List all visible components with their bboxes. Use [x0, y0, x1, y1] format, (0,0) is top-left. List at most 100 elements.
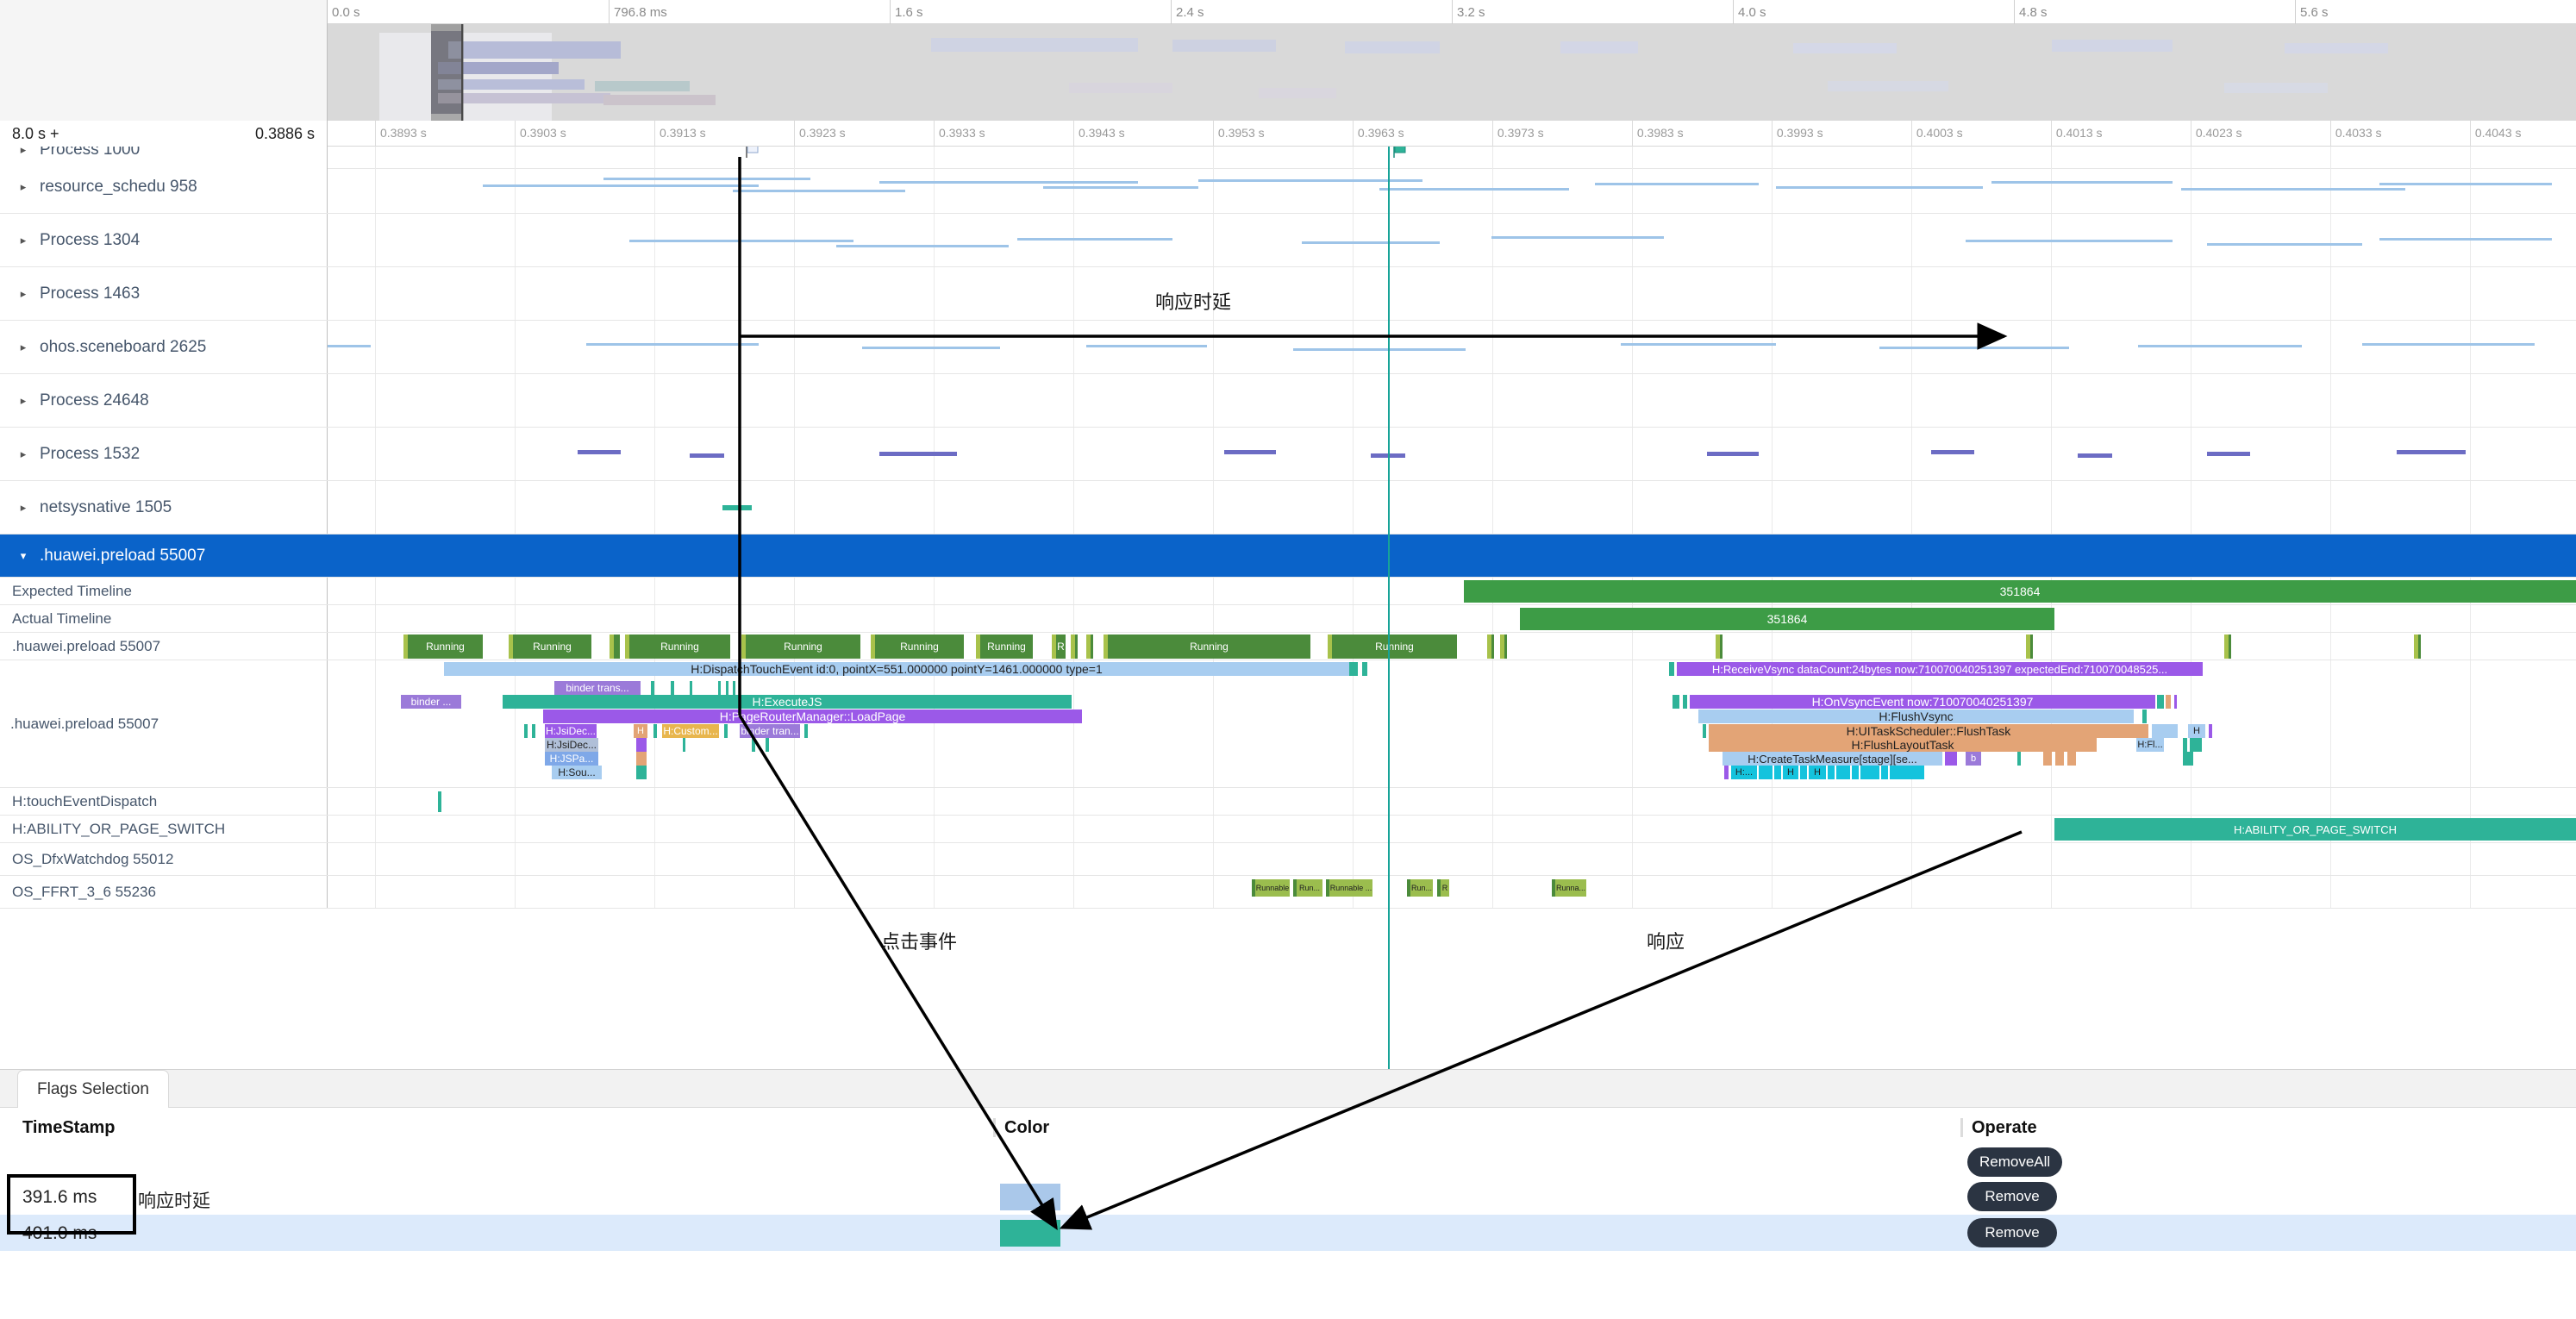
thread-state-row[interactable]: .huawei.preload 55007 Running Running Runni… — [0, 633, 2576, 660]
running-slice[interactable]: Running — [509, 634, 591, 659]
trace-slice[interactable]: 351864 — [1464, 580, 2576, 603]
actual-timeline-row-canvas[interactable]: 351864 — [328, 605, 2576, 632]
trace-slice[interactable] — [1349, 662, 1358, 676]
dfx-watchdog-row-canvas[interactable] — [328, 843, 2576, 875]
trace-slice[interactable] — [2067, 752, 2076, 766]
process-row-3[interactable]: ▸Process 1463 — [0, 267, 2576, 321]
expected-timeline-row-label[interactable]: Expected Timeline — [0, 578, 328, 604]
running-slice[interactable]: Running — [403, 634, 483, 659]
remove-button[interactable]: Remove — [1967, 1218, 2057, 1247]
selected-process-row-canvas[interactable] — [328, 534, 2576, 577]
expand-arrow-icon[interactable]: ▸ — [9, 180, 38, 194]
trace-slice[interactable] — [651, 681, 654, 695]
dispatch-touch-slice[interactable]: H:DispatchTouchEvent id:0, pointX=551.00… — [444, 662, 1349, 676]
touch-event-dispatch-row-label[interactable]: H:touchEventDispatch — [0, 788, 328, 815]
trace-slice[interactable] — [671, 681, 674, 695]
runnable-slice[interactable]: Run... — [1293, 879, 1322, 897]
trace-slice[interactable] — [1683, 695, 1687, 709]
expand-arrow-icon[interactable]: ▸ — [9, 341, 38, 354]
dfx-watchdog-row-label[interactable]: OS_DfxWatchdog 55012 — [0, 843, 328, 875]
runnable-slice[interactable]: Runnable ... — [1326, 879, 1372, 897]
running-slice[interactable] — [1086, 634, 1093, 659]
ability-page-switch-row-canvas[interactable]: H:ABILITY_OR_PAGE_SWITCH — [328, 816, 2576, 842]
trace-slice[interactable] — [724, 724, 728, 738]
trace-slice[interactable]: H — [1783, 766, 1798, 779]
trace-slice[interactable]: H:Custom... — [662, 724, 719, 738]
runnable-slice[interactable]: Runnable — [1252, 879, 1290, 897]
process-row-2[interactable]: ▸Process 1304 — [0, 214, 2576, 267]
trace-slice[interactable]: binder ... — [401, 695, 461, 709]
trace-slice[interactable] — [1362, 662, 1367, 676]
trace-slice[interactable]: H — [2188, 724, 2205, 738]
expand-arrow-icon[interactable]: ▸ — [9, 501, 38, 515]
trace-slice[interactable] — [1945, 752, 1957, 766]
execute-js-slice[interactable]: H:ExecuteJS — [503, 695, 1072, 709]
flag-color-swatch[interactable] — [1000, 1220, 1060, 1247]
trace-slice[interactable]: H — [634, 724, 647, 738]
expand-arrow-icon[interactable]: ▸ — [9, 394, 38, 408]
trace-slice[interactable] — [2183, 738, 2187, 752]
trace-slice[interactable]: H — [1809, 766, 1826, 779]
trace-slice[interactable]: H:JsiDec... — [545, 724, 597, 738]
flush-layout-slice[interactable]: H:FlushLayoutTask — [1709, 738, 2097, 752]
trace-slice[interactable] — [2055, 752, 2064, 766]
process-row-7-canvas[interactable] — [328, 481, 2576, 534]
trace-slice[interactable] — [766, 738, 769, 752]
trace-slice[interactable] — [1881, 766, 1888, 779]
process-row-1[interactable]: ▸resource_schedu 958 — [0, 160, 2576, 214]
remove-button[interactable]: Remove — [1967, 1182, 2057, 1211]
overview-canvas[interactable] — [328, 24, 2576, 121]
running-slice[interactable]: Running — [871, 634, 964, 659]
running-slice[interactable] — [2026, 634, 2033, 659]
trace-slice[interactable] — [1724, 766, 1729, 779]
process-row-6-label[interactable]: ▸Process 1532 — [0, 428, 328, 480]
create-task-measure-slice[interactable]: H:CreateTaskMeasure[stage][se... — [1723, 752, 1942, 766]
trace-slice[interactable] — [2152, 724, 2178, 738]
ui-task-scheduler-slice[interactable]: H:UITaskScheduler::FlushTask — [1709, 724, 2148, 738]
process-row-4-label[interactable]: ▸ohos.sceneboard 2625 — [0, 321, 328, 373]
trace-slice[interactable] — [2017, 752, 2021, 766]
expand-arrow-icon[interactable]: ▸ — [9, 147, 38, 157]
dfx-watchdog-row[interactable]: OS_DfxWatchdog 55012 — [0, 843, 2576, 876]
trace-slice[interactable]: H:JsiDec... — [545, 738, 598, 752]
process-row-1-label[interactable]: ▸resource_schedu 958 — [0, 160, 328, 213]
process-row-6[interactable]: ▸Process 1532 — [0, 428, 2576, 481]
flag-row[interactable]: 391.6 ms响应时延Remove — [0, 1178, 2576, 1215]
trace-slice[interactable] — [1860, 766, 1879, 779]
trace-slice[interactable]: H:Fl... — [2136, 738, 2164, 752]
trace-slice[interactable] — [2043, 752, 2052, 766]
page-router-slice[interactable]: H:PageRouterManager::LoadPage — [543, 710, 1082, 723]
process-row-4[interactable]: ▸ohos.sceneboard 2625 — [0, 321, 2576, 374]
trace-slice[interactable] — [1669, 662, 1674, 676]
runnable-slice[interactable]: Run... — [1407, 879, 1433, 897]
ability-page-switch-row-label[interactable]: H:ABILITY_OR_PAGE_SWITCH — [0, 816, 328, 842]
running-slice[interactable] — [2414, 634, 2421, 659]
collapse-arrow-icon[interactable]: ▾ — [9, 549, 38, 563]
trace-slice[interactable] — [1852, 766, 1859, 779]
trace-slice[interactable] — [636, 738, 647, 752]
trace-slice[interactable] — [636, 752, 647, 766]
ability-page-switch-slice[interactable]: H:ABILITY_OR_PAGE_SWITCH — [2054, 818, 2576, 841]
trace-slice[interactable]: binder tran... — [740, 724, 800, 738]
trace-slice[interactable]: b — [1966, 752, 1981, 766]
trace-slice[interactable] — [653, 724, 657, 738]
process-row-7-label[interactable]: ▸netsysnative 1505 — [0, 481, 328, 534]
process-row-2-canvas[interactable] — [328, 214, 2576, 266]
ability-page-switch-row[interactable]: H:ABILITY_OR_PAGE_SWITCH H:ABILITY_OR_PAG… — [0, 816, 2576, 843]
trace-slice[interactable] — [1759, 766, 1773, 779]
trace-slice[interactable] — [683, 738, 685, 752]
process-row-6-canvas[interactable] — [328, 428, 2576, 480]
trace-slice[interactable] — [1890, 766, 1924, 779]
expand-arrow-icon[interactable]: ▸ — [9, 234, 38, 247]
trace-slice[interactable]: H:JSPa... — [545, 752, 598, 766]
trace-slice[interactable] — [532, 724, 535, 738]
running-slice[interactable] — [1500, 634, 1507, 659]
flag-color-swatch[interactable] — [1000, 1184, 1060, 1210]
trace-slice[interactable] — [636, 766, 647, 779]
thread-state-row-label[interactable]: .huawei.preload 55007 — [0, 633, 328, 660]
actual-timeline-row-label[interactable]: Actual Timeline — [0, 605, 328, 632]
actual-timeline-row[interactable]: Actual Timeline351864 — [0, 605, 2576, 633]
trace-slice[interactable] — [2209, 724, 2212, 738]
process-row-3-label[interactable]: ▸Process 1463 — [0, 267, 328, 320]
trace-slice[interactable] — [2190, 738, 2202, 752]
